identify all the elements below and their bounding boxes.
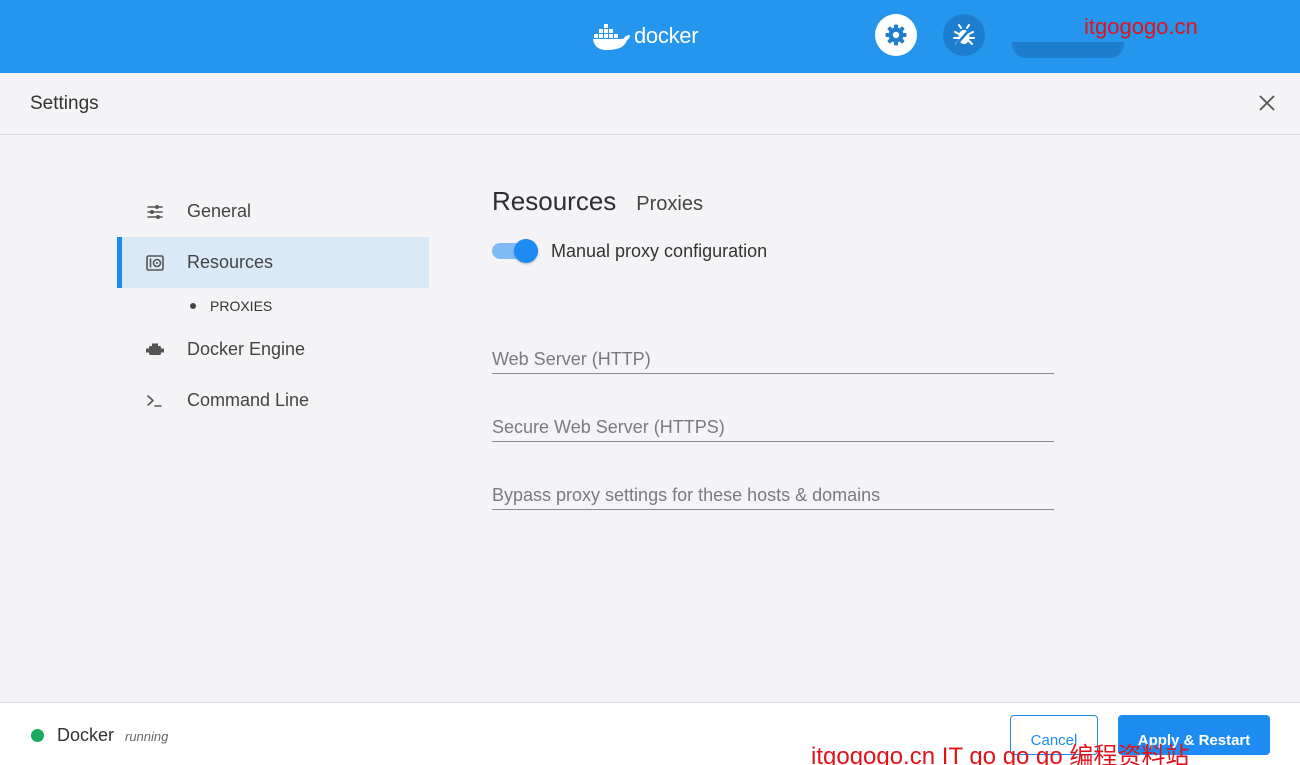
sidebar-item-label: Docker Engine xyxy=(187,339,306,359)
sidebar-item-label: Command Line xyxy=(187,390,310,410)
http-proxy-field xyxy=(492,346,1054,374)
sliders-icon xyxy=(145,202,165,222)
terminal-icon xyxy=(145,391,165,411)
manual-proxy-toggle[interactable] xyxy=(492,239,538,263)
close-button[interactable] xyxy=(1254,90,1280,116)
https-proxy-field xyxy=(492,414,1054,442)
watermark: itgogogo.cn xyxy=(1084,14,1198,39)
settings-content: Resources Proxies Manual proxy configura… xyxy=(492,186,1054,510)
gear-icon xyxy=(885,24,907,46)
page-title: Settings xyxy=(30,93,99,114)
https-proxy-input[interactable] xyxy=(492,414,1054,440)
settings-sidebar: General Resources PROXIES Docker Engine … xyxy=(117,186,429,426)
engine-icon xyxy=(145,340,165,360)
section-heading: Resources Proxies xyxy=(492,186,1054,217)
bug-icon xyxy=(953,24,975,46)
sidebar-item-command-line[interactable]: Command Line xyxy=(117,375,429,426)
bullet-icon xyxy=(190,303,196,309)
top-bar: docker itgogogo.cn xyxy=(0,0,1300,73)
disk-icon xyxy=(145,253,165,273)
troubleshoot-button[interactable] xyxy=(943,14,985,56)
toggle-thumb xyxy=(514,239,538,263)
manual-proxy-row: Manual proxy configuration xyxy=(492,239,1054,263)
docker-whale-icon xyxy=(593,24,630,50)
docker-logo: docker xyxy=(592,20,699,52)
settings-button[interactable] xyxy=(875,14,917,56)
sidebar-item-docker-engine[interactable]: Docker Engine xyxy=(117,324,429,375)
sidebar-item-label: Resources xyxy=(187,252,274,272)
docker-logo-text: docker xyxy=(634,23,699,48)
status-app-name: Docker xyxy=(57,725,115,745)
settings-header: Settings xyxy=(0,73,1300,135)
manual-proxy-label: Manual proxy configuration xyxy=(551,240,768,261)
sidebar-item-resources[interactable]: Resources xyxy=(117,237,429,288)
bypass-proxy-input[interactable] xyxy=(492,482,1054,508)
status-text: running xyxy=(125,729,169,744)
sidebar-item-label: General xyxy=(187,201,252,221)
sidebar-item-general[interactable]: General xyxy=(117,186,429,237)
sidebar-subitem-label: PROXIES xyxy=(210,298,273,314)
sidebar-subitem-proxies[interactable]: PROXIES xyxy=(117,288,429,324)
bypass-proxy-field xyxy=(492,482,1054,510)
section-subtitle: Proxies xyxy=(636,193,703,215)
status-indicator xyxy=(31,729,44,742)
close-icon xyxy=(1259,95,1275,111)
http-proxy-input[interactable] xyxy=(492,346,1054,372)
watermark-bottom: itgogogo.cn IT go go go 编程资料站 xyxy=(811,743,1190,765)
account-button[interactable] xyxy=(1012,42,1124,58)
section-title: Resources xyxy=(492,186,617,216)
